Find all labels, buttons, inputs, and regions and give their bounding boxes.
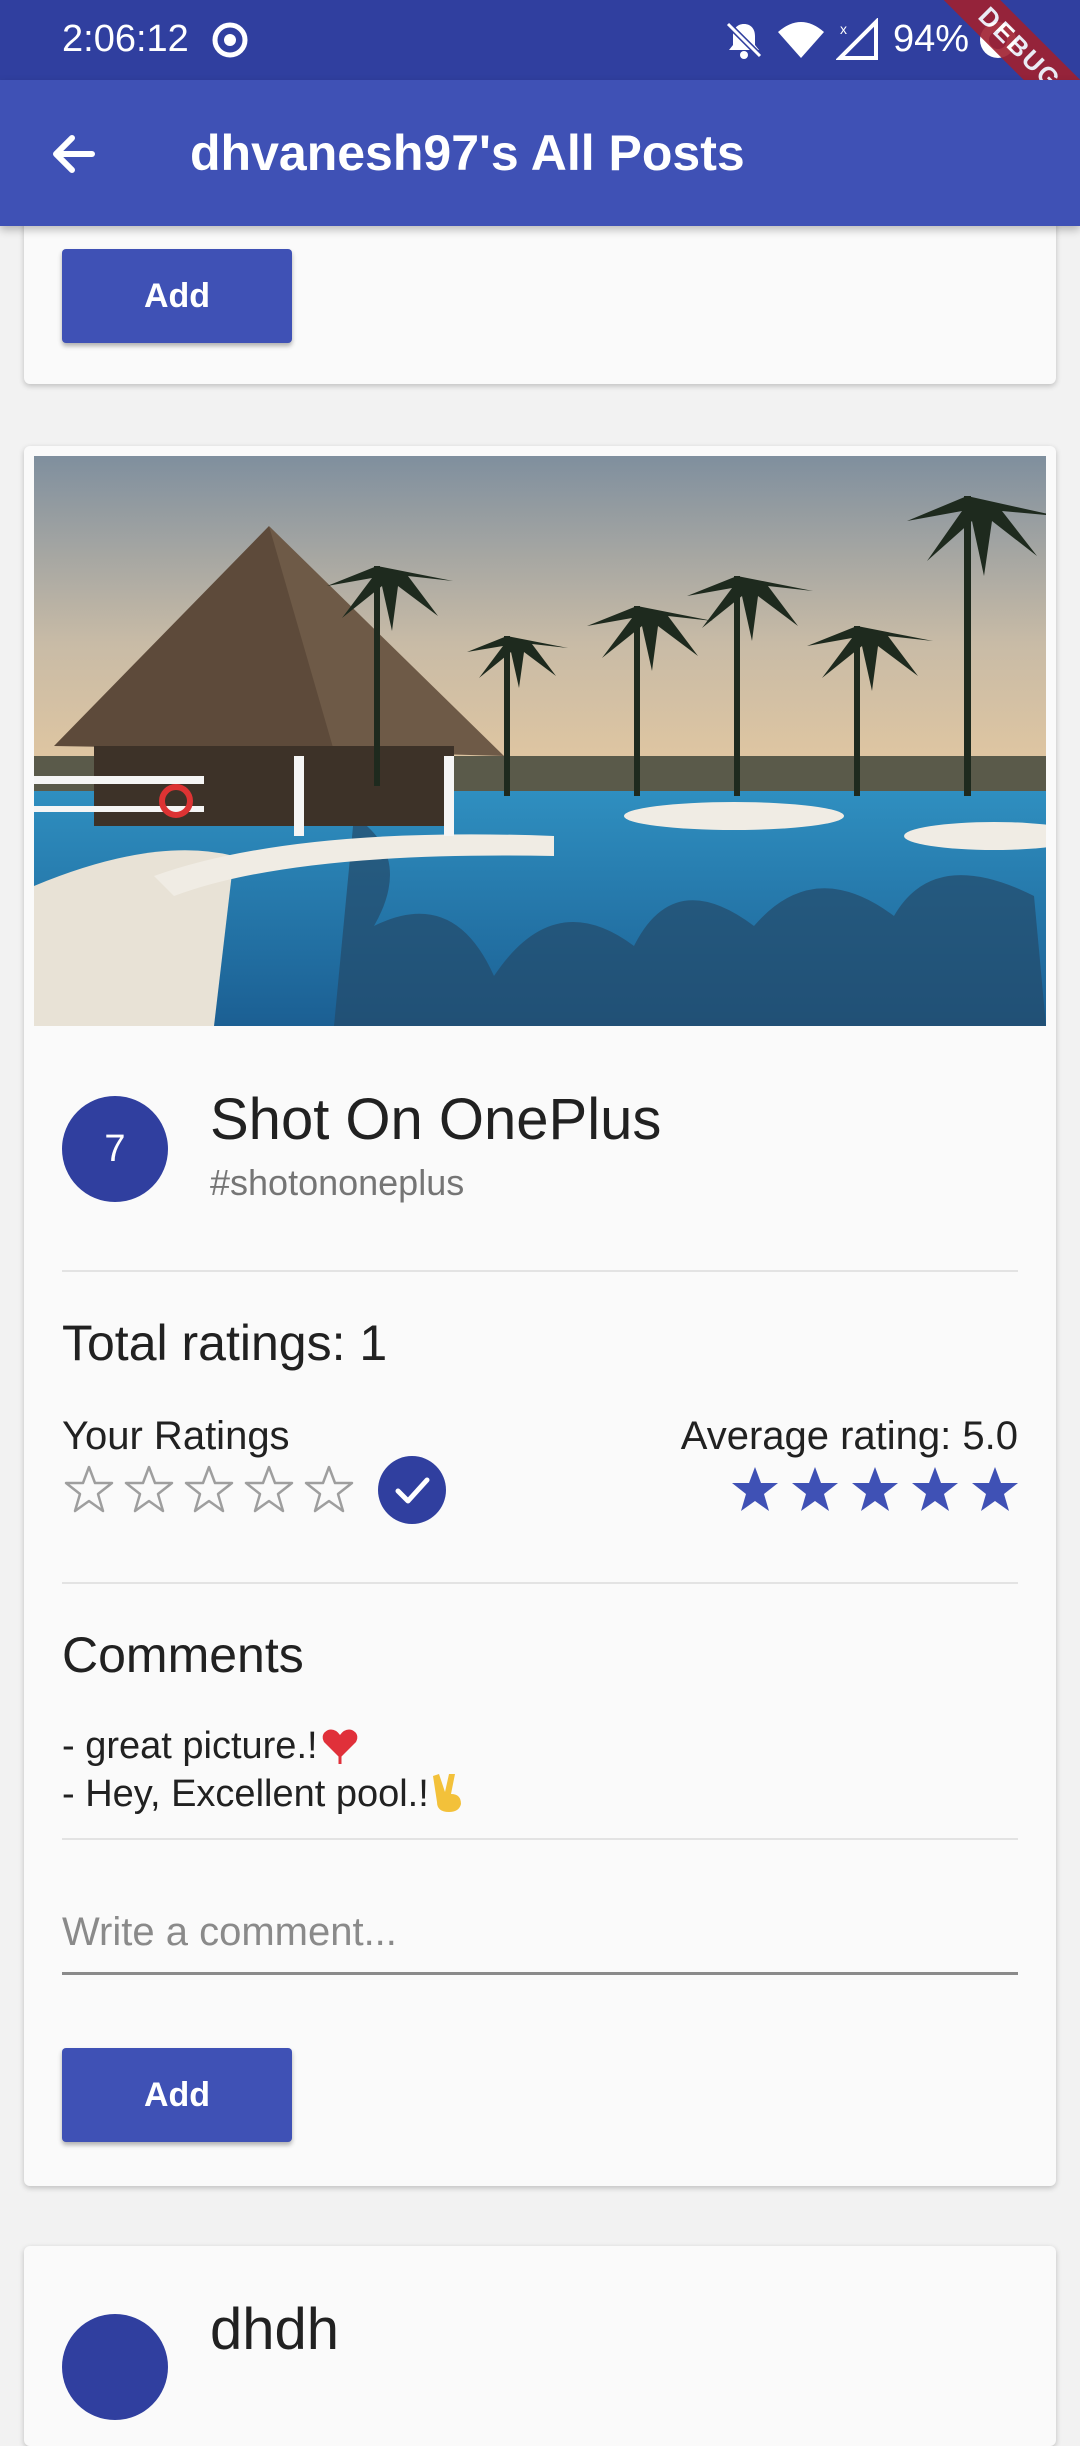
comment-text: - great picture.!: [62, 1725, 318, 1767]
divider: [62, 1838, 1018, 1840]
star-outline-icon[interactable]: [244, 1464, 294, 1514]
average-rating-label: Average rating: 5.0: [680, 1414, 1018, 1458]
cell-signal-icon: x: [835, 17, 880, 67]
submit-rating-button[interactable]: [378, 1456, 446, 1524]
app-bar: dhvanesh97's All Posts: [0, 80, 1080, 226]
page-title: dhvanesh97's All Posts: [190, 125, 745, 181]
star-outline-icon[interactable]: [184, 1464, 234, 1514]
avatar: [62, 2314, 168, 2420]
add-comment-button[interactable]: Add: [62, 249, 292, 343]
add-comment-button[interactable]: Add: [62, 2048, 292, 2142]
star-filled-icon: [792, 1467, 838, 1511]
post-hashtag: #shotononeplus: [210, 1162, 465, 1203]
comment-input[interactable]: [62, 1892, 1018, 1975]
your-ratings-label: Your Ratings: [62, 1414, 290, 1458]
battery-percentage: 94%: [893, 18, 970, 60]
star-filled-icon: [912, 1467, 958, 1511]
post-title: dhdh: [210, 2297, 340, 2362]
comment-text: - Hey, Excellent pool.!: [62, 1773, 429, 1815]
comment-item: - great picture.!: [62, 1722, 362, 1768]
star-outline-icon[interactable]: [304, 1464, 354, 1514]
divider: [62, 1582, 1018, 1584]
star-outline-icon[interactable]: [124, 1464, 174, 1514]
status-bar: 2:06:12 x 94% DEBUG: [0, 0, 1080, 155]
check-icon: [395, 1477, 430, 1504]
post-title: Shot On OnePlus: [210, 1087, 662, 1152]
wifi-icon: [776, 18, 826, 67]
svg-text:x: x: [840, 21, 847, 37]
victory-hand-emoji-icon: [432, 1774, 461, 1812]
star-outline-icon[interactable]: [64, 1464, 114, 1514]
heart-emoji-icon: [322, 1729, 357, 1764]
comment-item: - Hey, Excellent pool.!: [62, 1770, 469, 1816]
vpn-icon: [208, 18, 252, 67]
star-filled-icon: [732, 1467, 778, 1511]
notifications-off-icon: [722, 18, 766, 67]
total-ratings: Total ratings: 1: [62, 1315, 388, 1371]
star-filled-icon: [852, 1467, 898, 1511]
star-filled-icon: [972, 1467, 1018, 1511]
next-post-card: dhdh: [24, 2246, 1056, 2446]
post-card: 7 Shot On OnePlus #shotononeplus Total r…: [24, 446, 1056, 2186]
post-image: [34, 456, 1046, 1026]
avatar: 7: [62, 1096, 168, 1202]
your-rating-stars: [64, 1464, 354, 1514]
comments-heading: Comments: [62, 1627, 304, 1683]
back-arrow-icon[interactable]: [46, 126, 102, 182]
average-rating-stars: [730, 1464, 1020, 1514]
status-time: 2:06:12: [62, 18, 189, 60]
divider: [62, 1270, 1018, 1272]
